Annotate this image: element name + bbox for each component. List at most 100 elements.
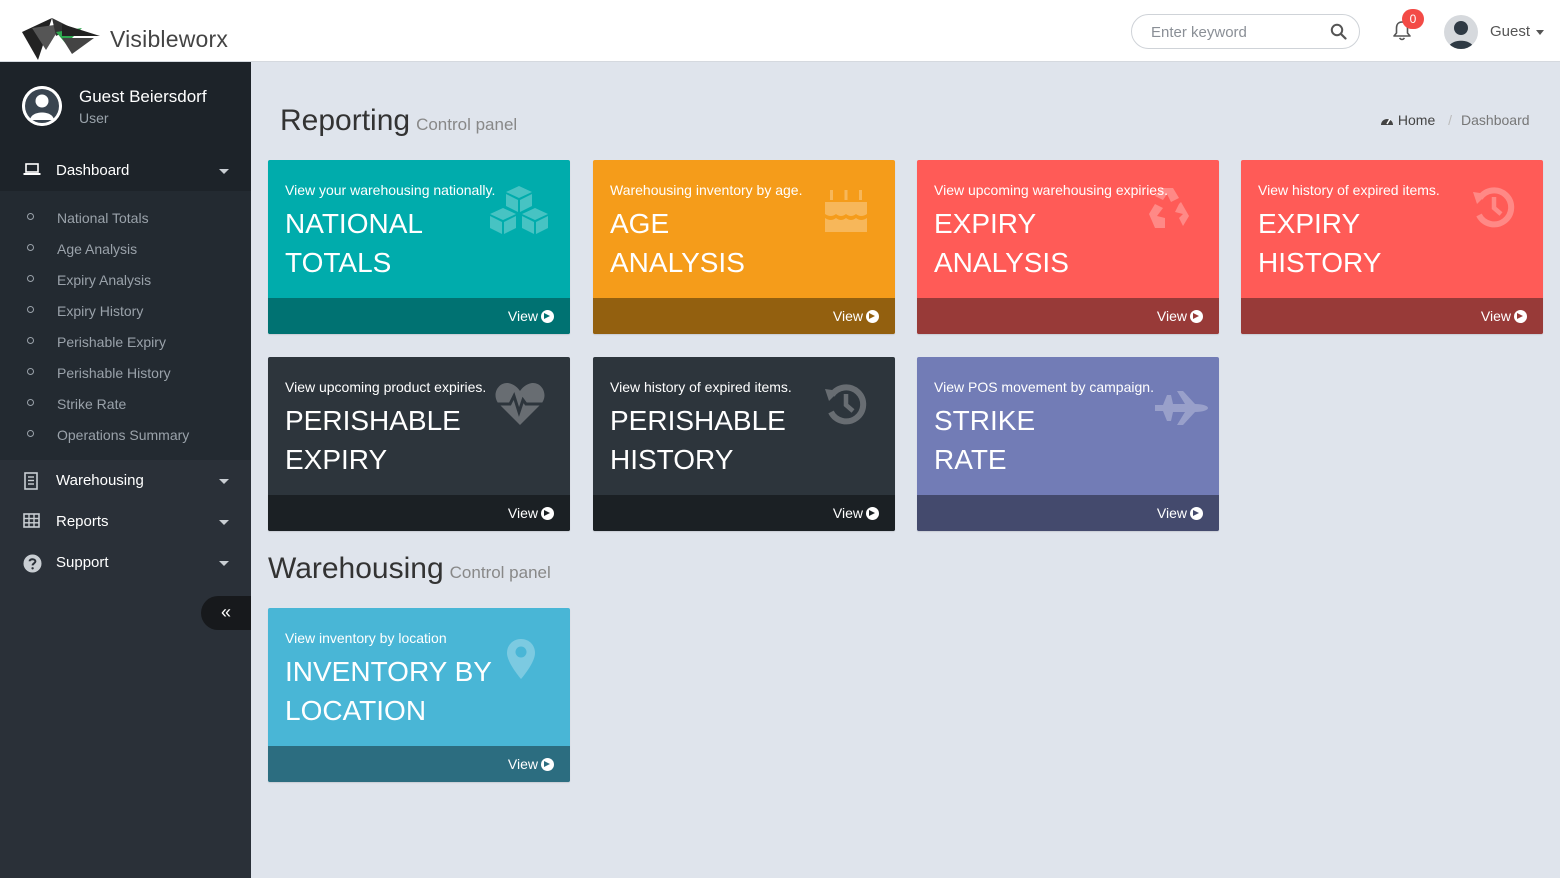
- map-marker-icon: [506, 638, 536, 685]
- tile-age-analysis: Warehousing inventory by age. AGE ANALYSI…: [593, 160, 895, 334]
- search-box: [1131, 14, 1360, 49]
- submenu-item-perishable-expiry[interactable]: Perishable Expiry: [0, 327, 251, 358]
- sidebar-item-dashboard[interactable]: Dashboard: [0, 150, 251, 191]
- submenu-item-operations-summary[interactable]: Operations Summary: [0, 420, 251, 451]
- tile-footer: View: [268, 746, 570, 782]
- tile-perishable-expiry: View upcoming product expiries. PERISHAB…: [268, 357, 570, 531]
- tile-perishable-history: View history of expired items. PERISHABL…: [593, 357, 895, 531]
- tile-view-link[interactable]: View: [833, 505, 879, 521]
- tile-footer: View: [1241, 298, 1543, 334]
- dashboard-gauge-icon: [1380, 112, 1394, 128]
- submenu-item-expiry-analysis[interactable]: Expiry Analysis: [0, 265, 251, 296]
- tile-view-label: View: [1156, 308, 1187, 324]
- sidebar-user-name: Guest Beiersdorf: [79, 87, 207, 106]
- tile-title-line: STRIKE: [934, 405, 1036, 436]
- sidebar-item-label: Warehousing: [56, 472, 144, 489]
- tile-view-label: View: [1480, 308, 1511, 324]
- tile-view-link[interactable]: View: [508, 308, 554, 324]
- submenu-item-age-analysis[interactable]: Age Analysis: [0, 234, 251, 265]
- search-input[interactable]: [1149, 23, 1319, 42]
- tile-view-link[interactable]: View: [1157, 505, 1203, 521]
- fighter-jet-icon: [1153, 391, 1209, 430]
- user-avatar[interactable]: [1444, 15, 1478, 49]
- visibleworx-logo-icon: [22, 14, 102, 65]
- tile-strike-rate: View POS movement by campaign. STRIKE RAT…: [917, 357, 1219, 531]
- sidebar-item-support[interactable]: Support: [0, 542, 251, 583]
- arrow-circle-right-icon: [541, 310, 554, 323]
- tile-description: View your warehousing nationally.: [285, 182, 496, 198]
- section-title-warehousing: Warehousing Control panel: [268, 552, 551, 586]
- tile-description: View POS movement by campaign.: [934, 379, 1154, 395]
- page-title-text: Reporting: [280, 104, 411, 137]
- submenu-item-expiry-history[interactable]: Expiry History: [0, 296, 251, 327]
- tile-title-line: HISTORY: [1258, 247, 1382, 278]
- tile-footer: View: [593, 298, 895, 334]
- tile-description: View upcoming product expiries.: [285, 379, 487, 395]
- circle-icon: [27, 244, 34, 251]
- submenu-item-label: National Totals: [57, 210, 149, 226]
- user-menu-toggle[interactable]: Guest: [1490, 23, 1545, 40]
- circle-icon: [27, 213, 34, 220]
- submenu-item-label: Perishable History: [57, 365, 171, 381]
- tile-inventory-by-location: View inventory by location INVENTORY BY L…: [268, 608, 570, 782]
- tile-title-line: RATE: [934, 444, 1007, 475]
- circle-icon: [27, 399, 34, 406]
- submenu-item-perishable-history[interactable]: Perishable History: [0, 358, 251, 389]
- tile-title-line: LOCATION: [285, 695, 427, 726]
- breadcrumb-home[interactable]: Home: [1380, 112, 1439, 128]
- tile-description: View upcoming warehousing expiries.: [934, 182, 1168, 198]
- tile-title-line: PERISHABLE: [285, 405, 461, 436]
- submenu-item-strike-rate[interactable]: Strike Rate: [0, 389, 251, 420]
- tile-footer: View: [917, 298, 1219, 334]
- double-chevron-left-icon: «: [220, 602, 231, 622]
- history-icon: [1471, 184, 1517, 235]
- submenu-item-national-totals[interactable]: National Totals: [0, 203, 251, 234]
- arrow-circle-right-icon: [866, 310, 879, 323]
- question-circle-icon: [23, 554, 42, 577]
- tile-view-label: View: [507, 505, 538, 521]
- laptop-icon: [23, 162, 41, 182]
- birthday-cake-icon: [821, 184, 871, 239]
- tile-title-line: TOTALS: [285, 247, 392, 278]
- tile-footer: View: [268, 298, 570, 334]
- tile-footer: View: [917, 495, 1219, 531]
- tile-view-link[interactable]: View: [508, 756, 554, 772]
- circle-icon: [27, 306, 34, 313]
- sidebar-user-panel: Guest Beiersdorf User: [0, 62, 251, 150]
- sidebar: Guest Beiersdorf User Dashboard National…: [0, 62, 251, 878]
- user-menu-label: Guest: [1490, 23, 1531, 40]
- circle-icon: [27, 337, 34, 344]
- brand-name: Visibleworx: [110, 26, 229, 52]
- chevron-down-icon: [219, 479, 229, 484]
- tile-description: View history of expired items.: [610, 379, 792, 395]
- tile-view-link[interactable]: View: [1157, 308, 1203, 324]
- tile-view-label: View: [832, 505, 863, 521]
- circle-icon: [27, 368, 34, 375]
- tile-title-line: ANALYSIS: [610, 247, 745, 278]
- tile-title-line: EXPIRY: [1258, 208, 1361, 239]
- tile-view-label: View: [1156, 505, 1187, 521]
- tile-view-link[interactable]: View: [508, 505, 554, 521]
- tile-title-line: PERISHABLE: [610, 405, 786, 436]
- tile-national-totals: View your warehousing nationally. NATION…: [268, 160, 570, 334]
- search-icon[interactable]: [1330, 23, 1347, 45]
- tile-view-label: View: [507, 756, 538, 772]
- submenu-item-label: Age Analysis: [57, 241, 138, 257]
- tile-title: EXPIRY ANALYSIS: [934, 204, 1154, 282]
- page-subtitle: Control panel: [416, 115, 518, 134]
- tile-view-link[interactable]: View: [833, 308, 879, 324]
- tile-title: PERISHABLE HISTORY: [610, 401, 830, 479]
- tile-title-line: HISTORY: [610, 444, 734, 475]
- sidebar-item-warehousing[interactable]: Warehousing: [0, 460, 251, 501]
- notification-count-badge: 0: [1402, 9, 1424, 29]
- tile-view-link[interactable]: View: [1481, 308, 1527, 324]
- chevron-down-icon: [219, 520, 229, 525]
- sidebar-user-avatar: [22, 86, 62, 126]
- sidebar-collapse-button[interactable]: «: [201, 596, 251, 630]
- brand-logo-link[interactable]: Visibleworx: [22, 14, 228, 65]
- sidebar-item-reports[interactable]: Reports: [0, 501, 251, 542]
- sidebar-item-label: Support: [56, 554, 109, 571]
- tile-title-line: EXPIRY: [934, 208, 1037, 239]
- chevron-down-icon: [219, 561, 229, 566]
- breadcrumb-separator: /: [1448, 112, 1453, 128]
